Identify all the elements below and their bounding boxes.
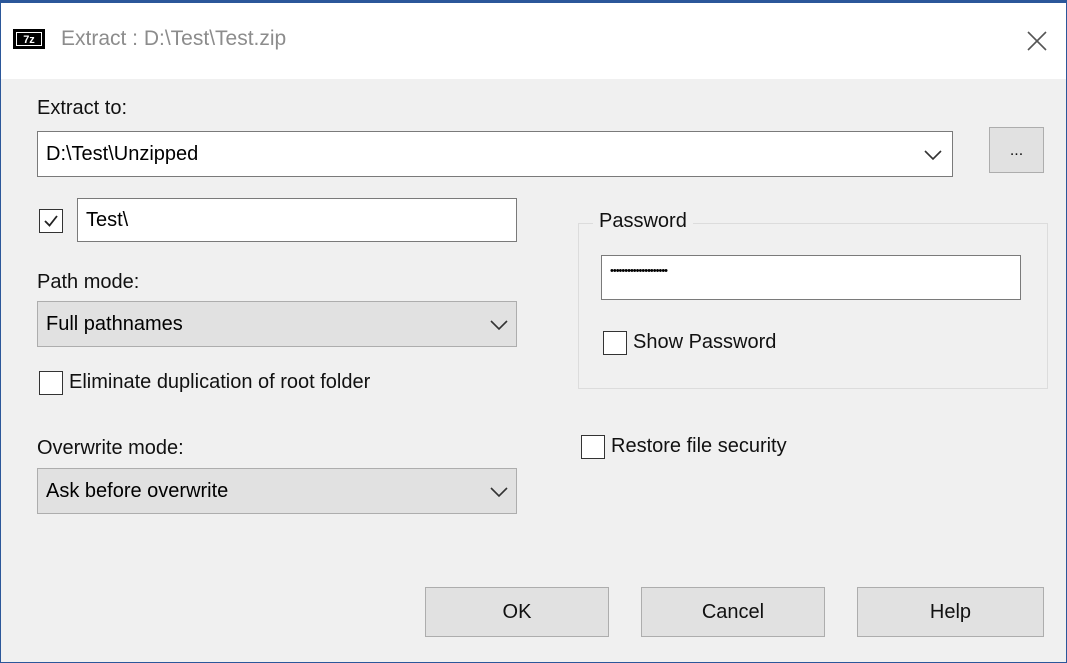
window-title: Extract : D:\Test\Test.zip (61, 27, 287, 50)
extract-to-combobox[interactable]: D:\Test\Unzipped (37, 131, 953, 177)
eliminate-duplication-label: Eliminate duplication of root folder (69, 371, 371, 393)
overwrite-mode-dropdown[interactable]: Ask before overwrite (37, 468, 517, 514)
chevron-down-icon (490, 320, 508, 331)
show-password-checkbox[interactable] (603, 331, 627, 355)
path-mode-value: Full pathnames (46, 313, 183, 335)
ok-button[interactable]: OK (425, 587, 609, 637)
password-group-label: Password (593, 210, 693, 233)
password-groupbox (578, 223, 1048, 389)
extract-dialog: 7z Extract : D:\Test\Test.zip Extract to… (0, 0, 1067, 663)
help-button[interactable]: Help (857, 587, 1044, 637)
show-password-label: Show Password (633, 331, 777, 353)
overwrite-mode-value: Ask before overwrite (46, 480, 229, 502)
close-icon[interactable] (1019, 23, 1055, 59)
subfolder-checkbox[interactable] (39, 209, 63, 233)
title-bar[interactable]: 7z Extract : D:\Test\Test.zip (1, 3, 1066, 79)
browse-button[interactable]: ... (989, 127, 1044, 173)
path-mode-label: Path mode: (37, 271, 140, 293)
path-mode-dropdown[interactable]: Full pathnames (37, 301, 517, 347)
chevron-down-icon[interactable] (922, 148, 944, 162)
chevron-down-icon (490, 487, 508, 498)
checkmark-icon (44, 215, 58, 227)
cancel-button[interactable]: Cancel (641, 587, 825, 637)
overwrite-mode-label: Overwrite mode: (37, 437, 184, 459)
subfolder-input[interactable]: Test\ (77, 198, 517, 242)
restore-security-checkbox[interactable] (581, 435, 605, 459)
extract-to-label: Extract to: (37, 97, 128, 119)
password-input[interactable]: •••••••••••••••••••• (601, 255, 1021, 300)
eliminate-duplication-checkbox[interactable] (39, 371, 63, 395)
app-icon-text: 7z (23, 34, 35, 46)
7zip-app-icon: 7z (13, 29, 45, 49)
restore-security-label: Restore file security (611, 435, 787, 457)
extract-to-value: D:\Test\Unzipped (46, 143, 199, 165)
